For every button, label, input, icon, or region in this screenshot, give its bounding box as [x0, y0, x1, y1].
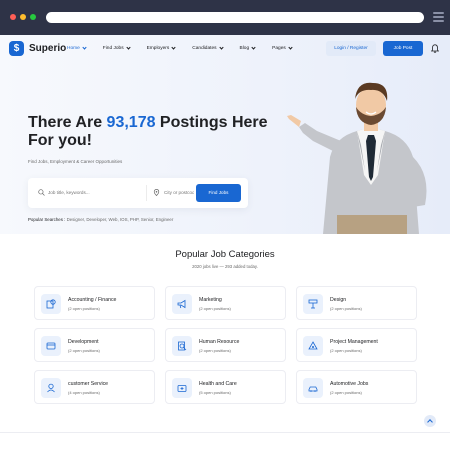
category-count: (4 open positions): [68, 390, 100, 395]
category-count: (2 open positions): [68, 306, 100, 311]
category-name: Accounting / Finance: [68, 297, 117, 303]
popular-searches: Popular Searches : Designer, Developer, …: [28, 217, 174, 222]
menu-icon[interactable]: [433, 12, 444, 23]
category-name: Health and Care: [199, 381, 237, 387]
main-menu: Home Find Jobs Employers Candidates Blog…: [67, 45, 309, 51]
categories-title: Popular Job Categories: [175, 249, 275, 260]
job-post-button[interactable]: Job Post: [383, 41, 423, 56]
section-divider: [0, 432, 450, 433]
category-name: Development: [68, 339, 99, 345]
category-card-accounting[interactable]: Accounting / Finance (2 open positions): [34, 286, 155, 320]
keyword-search-input[interactable]: [48, 190, 138, 195]
minimize-window-dot[interactable]: [20, 14, 26, 20]
scroll-to-top-button[interactable]: [424, 415, 436, 427]
category-name: Design: [330, 297, 347, 303]
category-card-automotive[interactable]: Automotive Jobs (2 open positions): [296, 370, 417, 404]
chevron-down-icon: [171, 45, 176, 50]
health-icon: [172, 378, 192, 398]
category-card-project-management[interactable]: Project Management (2 open positions): [296, 328, 417, 362]
top-navbar: $ Superio Home Find Jobs Employers Candi…: [0, 35, 450, 63]
hero-title: There Are 93,178 Postings Here For you!: [28, 114, 268, 149]
search-icon: [38, 189, 45, 196]
logo-icon[interactable]: $: [9, 41, 24, 56]
nav-item-blog[interactable]: Blog: [240, 45, 256, 51]
category-card-health-and-care[interactable]: Health and Care (5 open positions): [165, 370, 286, 404]
browser-chrome: [0, 0, 450, 35]
chevron-down-icon: [218, 45, 224, 50]
nav-item-home[interactable]: Home: [67, 45, 87, 51]
category-count: (2 open positions): [68, 348, 100, 353]
chevron-up-icon: [427, 419, 433, 425]
search-divider: [146, 185, 147, 201]
category-card-design[interactable]: Design (2 open positions): [296, 286, 417, 320]
location-pin-icon: [153, 189, 160, 196]
bell-icon[interactable]: [431, 44, 439, 53]
find-jobs-button[interactable]: Find Jobs: [196, 184, 241, 202]
finance-icon: [41, 294, 61, 314]
nav-item-candidates[interactable]: Candidates: [192, 45, 224, 51]
category-count: (2 open positions): [330, 390, 362, 395]
categories-subtitle: 2020 jobs live — 293 added today.: [192, 264, 258, 269]
category-count: (2 open positions): [330, 348, 362, 353]
customer-icon: [41, 378, 61, 398]
category-card-development[interactable]: Development (2 open positions): [34, 328, 155, 362]
popular-search-terms[interactable]: Designer, Developer, Web, IOS, PHP, Seni…: [67, 217, 174, 222]
category-name: Marketing: [199, 297, 222, 303]
megaphone-icon: [172, 294, 192, 314]
nav-item-pages[interactable]: Pages: [272, 45, 293, 51]
category-count: (2 open positions): [199, 348, 231, 353]
nav-item-employers[interactable]: Employers: [147, 45, 176, 51]
category-count: (2 open positions): [330, 306, 362, 311]
development-icon: [41, 336, 61, 356]
chevron-down-icon: [251, 45, 256, 50]
category-card-customer-service[interactable]: customer Service (4 open positions): [34, 370, 155, 404]
category-name: customer Service: [68, 381, 109, 387]
category-name: Automotive Jobs: [330, 381, 369, 387]
project-icon: [303, 336, 323, 356]
category-name: Project Management: [330, 339, 378, 345]
hero-person-image: [287, 82, 427, 234]
chevron-down-icon: [82, 45, 87, 50]
location-search-input[interactable]: [164, 190, 194, 195]
chevron-down-icon: [125, 45, 131, 50]
chevron-down-icon: [288, 45, 293, 50]
category-name: Human Resource: [199, 339, 240, 345]
nav-item-find-jobs[interactable]: Find Jobs: [103, 45, 131, 51]
hero-subtitle: Find Jobs, Employment & Career Opportuni…: [28, 159, 123, 164]
hr-icon: [172, 336, 192, 356]
login-register-button[interactable]: Login / Register: [326, 41, 376, 56]
category-card-human-resource[interactable]: Human Resource (2 open positions): [165, 328, 286, 362]
design-icon: [303, 294, 323, 314]
category-count: (2 open positions): [199, 306, 231, 311]
close-window-dot[interactable]: [10, 14, 16, 20]
maximize-window-dot[interactable]: [30, 14, 36, 20]
category-card-marketing[interactable]: Marketing (2 open positions): [165, 286, 286, 320]
job-search-form: Find Jobs: [28, 178, 248, 208]
category-count: (5 open positions): [199, 390, 231, 395]
address-bar[interactable]: [46, 12, 424, 23]
logo-text[interactable]: Superio: [29, 43, 66, 54]
car-icon: [303, 378, 323, 398]
postings-count: 93,178: [106, 114, 156, 131]
